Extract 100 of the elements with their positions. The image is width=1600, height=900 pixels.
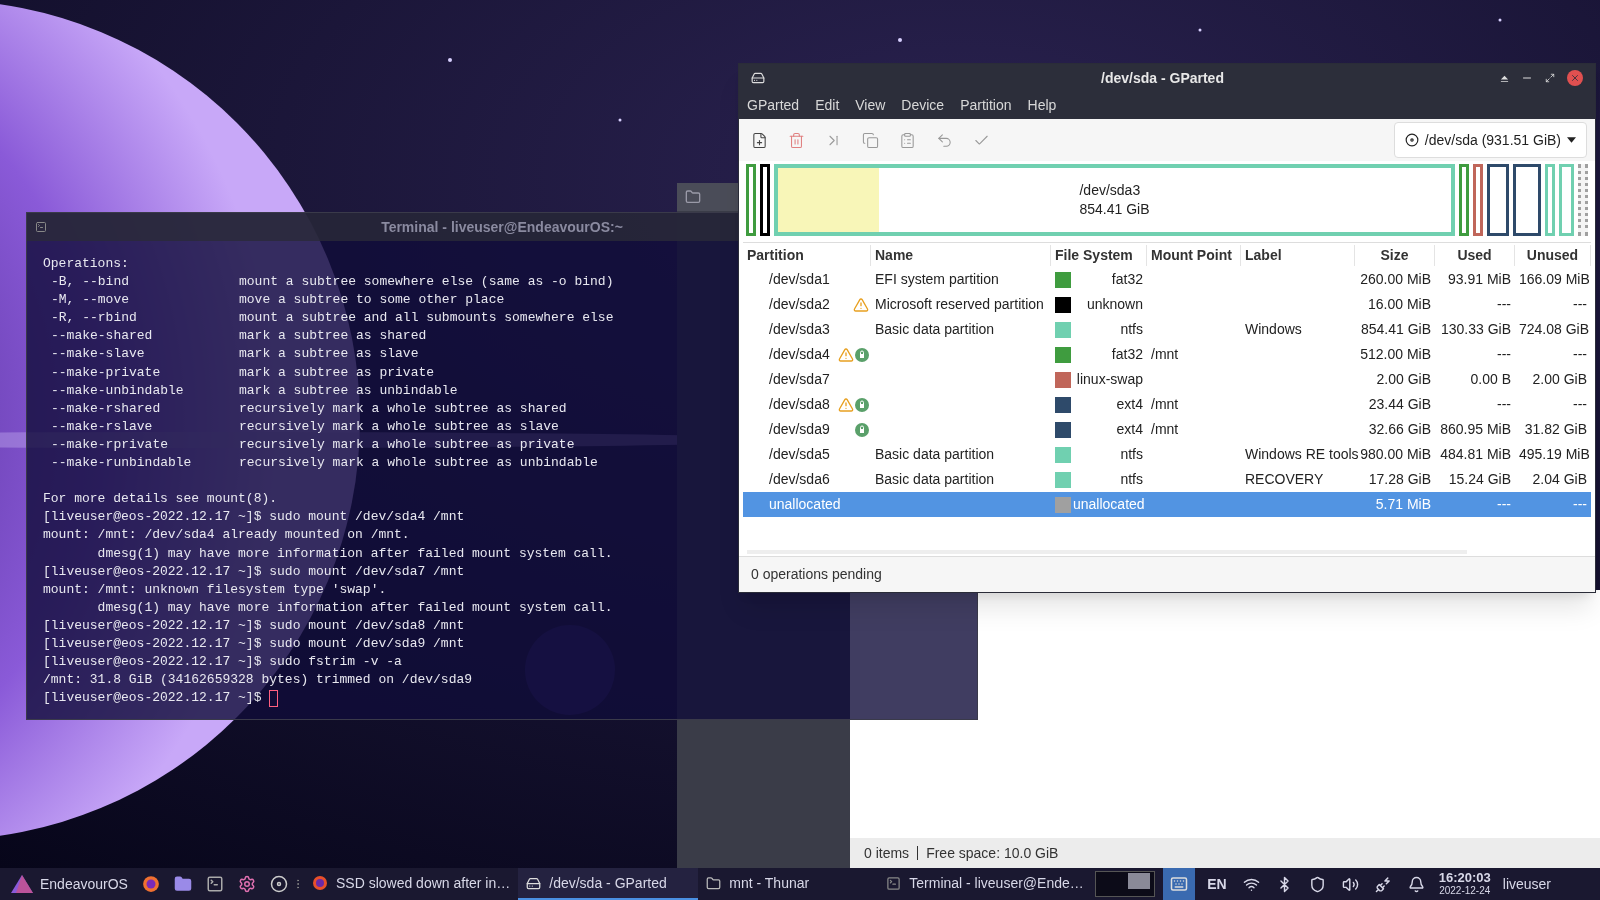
partition-row[interactable]: /dev/sda2 Microsoft reserved partition unknown 16.00 MiB --- --- [743,292,1591,317]
notification-icon[interactable] [1407,875,1425,893]
caret-icon [1567,137,1576,143]
folder-icon[interactable] [173,875,192,893]
table-cell-text: /dev/sda9 [769,420,830,439]
workspace-pager[interactable] [1095,871,1156,897]
task-button[interactable]: mnt - Thunar [698,868,879,900]
table-cell-text: linux-swap [1076,370,1143,389]
partition-segment[interactable]: /dev/sda3 854.41 GiB [774,164,1455,236]
task-button[interactable]: SSD slowed down after in… [303,868,519,900]
terminal-icon [886,875,902,891]
partition-row[interactable]: /dev/sda8 ext4 /mnt 23.44 GiB --- --- [743,392,1591,417]
terminal-icon[interactable] [205,875,224,893]
table-cell-text: 17.28 GiB [1367,470,1432,489]
option-description: mark a subtree as shared [239,327,427,346]
partition-segment[interactable] [760,164,770,236]
column-header[interactable]: Size [1355,244,1435,266]
undo-icon[interactable] [936,131,953,149]
column-header[interactable]: Name [871,244,1051,266]
table-cell-text: 0.00 B [1469,370,1512,389]
menu-item[interactable]: Help [1027,95,1057,116]
browser-icon[interactable] [141,875,160,893]
new-icon[interactable] [751,131,768,149]
table-cell-text: ext4 [1116,420,1143,439]
table-cell-text: --- [1572,295,1588,314]
disc-icon[interactable] [269,875,288,893]
terminal-line: [liveuser@eos-2022.12.17 ~]$ sudo mount /dev/sda8 /mnt [43,616,465,635]
keyboard-layout[interactable]: EN [1207,873,1227,895]
task-button[interactable]: /dev/sda - GParted [518,868,699,900]
clock-date[interactable]: 2022-12-24 [1439,884,1491,897]
table-cell-text: /dev/sda1 [769,270,830,289]
menu-item[interactable]: Edit [815,95,840,116]
table-cell-text: Basic data partition [874,320,996,339]
clock-time[interactable]: 16:20:03 [1438,871,1491,884]
restore-icon[interactable] [1545,73,1555,83]
partition-segment[interactable] [1513,164,1541,236]
menu-item[interactable]: View [855,95,886,116]
table-cell-text: unknown [1086,295,1143,314]
user-name[interactable]: liveuser [1502,873,1551,895]
column-header[interactable]: Used [1435,244,1515,266]
column-header[interactable]: Mount Point [1147,244,1241,266]
table-cell-text: RECOVERY [1244,470,1325,489]
menu-item[interactable]: Device [901,95,945,116]
partition-segment[interactable] [1487,164,1509,236]
column-header[interactable]: Label [1241,244,1355,266]
copy-icon[interactable] [862,131,879,149]
volume-icon[interactable] [1341,875,1359,893]
partition-row[interactable]: /dev/sda4 fat32 /mnt 512.00 MiB --- --- [743,342,1591,367]
terminal-line: [liveuser@eos-2022.12.17 ~]$ sudo fstrim -v -a [43,653,402,672]
terminal-line: Operations: [43,255,129,273]
table-cell-text: --- [1496,395,1512,414]
table-cell-text: 32.66 GiB [1367,420,1432,439]
table-cell-text: --- [1572,495,1588,514]
partition-row[interactable]: /dev/sda6 Basic data partition ntfs RECOVERY 17.28 GiB 15.24 GiB 2.04 GiB [743,467,1591,492]
option-description: mark a subtree as slave [239,345,419,364]
table-cell-text: --- [1496,295,1512,314]
table-cell-text: 860.95 MiB [1439,420,1512,439]
option-description: recursively mark a whole subtree as unbindable [239,454,598,473]
terminal-line: [liveuser@eos-2022.12.17 ~]$ sudo mount /dev/sda9 /mnt [43,634,465,653]
partition-size: 854.41 GiB [1079,200,1150,219]
option-description: mark a subtree as unbindable [239,381,458,400]
option-label: --make-shared [51,328,153,344]
terminal-line: /mnt: 31.8 GiB (34162659328 bytes) trimmed on /dev/sda9 [43,671,473,690]
window-title: /dev/sda - GParted [1101,68,1224,88]
menu-item[interactable]: GParted [747,95,800,116]
partition-row[interactable]: /dev/sda1 EFI system partition fat32 260.00 MiB 93.91 MiB 166.09 MiB [743,267,1591,292]
option-label: --make-unbindable [51,382,184,398]
partition-row[interactable]: /dev/sda3 Basic data partition ntfs Windows 854.41 GiB 130.33 GiB 724.08 GiB [743,317,1591,342]
table-cell-text: Microsoft reserved partition [874,295,1045,314]
option-description: mark a subtree as private [239,363,435,382]
terminal-line: mount: /mnt: /dev/sda4 already mounted on /mnt. [43,526,410,545]
display-button[interactable] [1163,868,1196,900]
keep-above-icon[interactable] [1500,73,1509,83]
column-header[interactable]: Unused [1515,244,1591,266]
start-menu-button[interactable]: EndeavourOS [0,868,142,900]
partition-row[interactable]: /dev/sda7 linux-swap 2.00 GiB 0.00 B 2.00 GiB [743,367,1591,392]
option-label: --make-rslave [51,418,153,434]
shield-icon[interactable] [1308,875,1326,893]
table-cell-text: unallocated [769,495,841,514]
partition-name: /dev/sda3 [1079,181,1142,200]
partition-row[interactable]: /dev/sda5 Basic data partition ntfs Windows RE tools 980.00 MiB 484.81 MiB 495.19 MiB [743,442,1591,467]
app-icon [751,71,765,85]
task-button[interactable]: Terminal - liveuser@Ende… [878,868,1094,900]
settings-icon[interactable] [237,875,256,893]
paste-icon[interactable] [899,131,916,149]
close-button[interactable] [1567,70,1583,86]
table-cell-text: EFI system partition [874,270,1000,289]
table-cell-text: /dev/sda4 [769,345,830,364]
power-icon[interactable] [1374,875,1392,893]
column-header[interactable]: File System [1051,244,1147,266]
free-space: Free space: 10.0 GiB [926,843,1059,863]
menu-item[interactable]: Partition [960,95,1012,116]
partition-row[interactable]: /dev/sda9 ext4 /mnt 32.66 GiB 860.95 MiB 31.82 GiB [743,417,1591,442]
table-cell-text: fat32 [1111,270,1143,289]
table-cell-text: --- [1572,345,1588,364]
column-header[interactable]: Partition [743,244,871,266]
device-selector[interactable]: /dev/sda (931.51 GiB) [1393,122,1587,158]
delete-icon[interactable] [788,131,805,149]
table-cell-text: unallocated [1073,495,1145,514]
table-cell-text: /dev/sda5 [769,445,830,464]
